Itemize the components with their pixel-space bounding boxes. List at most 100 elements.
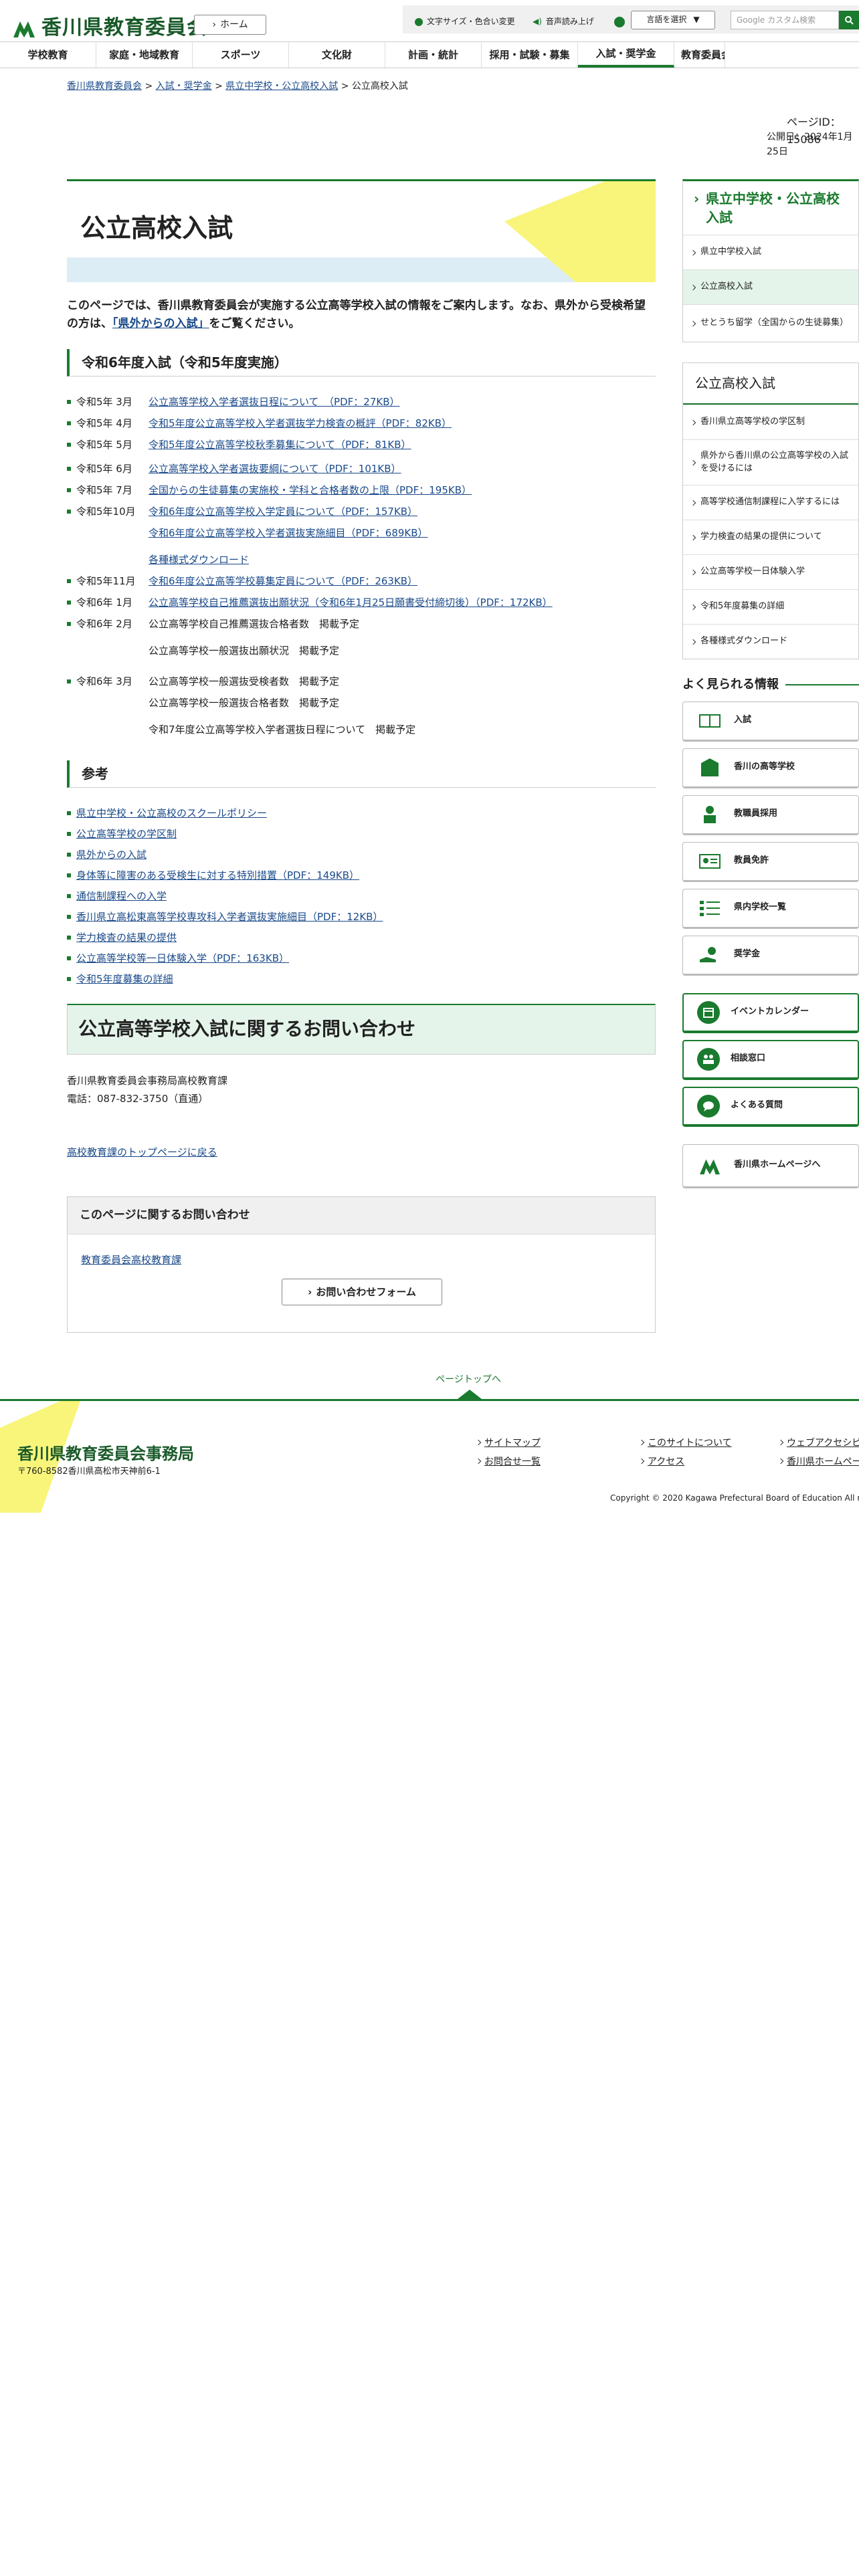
related-item[interactable]: 令和5年度募集の詳細 [683,589,858,624]
chevron-down-icon: ▼ [693,15,700,25]
item-link[interactable]: 公立高等学校入学者選抜日程について （PDF：27KB） [149,394,400,410]
item-link[interactable]: 公立高等学校入学者選抜要綱について（PDF：101KB） [149,461,401,477]
footer-link-inquiries[interactable]: お問合せ一覧 [476,1455,541,1469]
exam-list-item: 令和5年 3月 公立高等学校入学者選抜日程について （PDF：27KB） [67,394,656,415]
gnav-plans-statistics[interactable]: 計画・統計 [385,42,482,68]
breadcrumb-item[interactable]: 香川県教育委員会 [67,81,142,92]
item-text: 公立高等学校自己推薦選抜合格者数 掲載予定 [149,618,360,631]
bullet-icon [67,622,71,627]
reference-link[interactable]: 令和5年度募集の詳細 [76,971,173,987]
frequent-staff-recruit[interactable]: 教職員採用 [682,794,859,835]
bullet-icon [67,811,71,816]
page-title-box: 公立高校入試 [67,179,656,282]
inquiry-link[interactable]: 教育委員会高校教育課 [81,1252,181,1268]
item-link[interactable]: 各種様式ダウンロード [149,552,249,568]
global-nav: 学校教育 家庭・地域教育 スポーツ 文化財 計画・統計 採用・試験・募集 入試・… [0,41,859,68]
related-item[interactable]: 香川県立高等学校の学区制 [683,405,858,439]
item-link[interactable]: 令和6年度公立高等学校入学定員について（PDF：157KB） [149,504,417,520]
related-item[interactable]: 学力検査の結果の提供について [683,520,858,554]
breadcrumb-item[interactable]: 入試・奨学金 [156,81,212,92]
reference-link[interactable]: 身体等に障害のある受検生に対する特別措置（PDF：149KB） [76,867,359,883]
reference-link[interactable]: 学力検査の結果の提供 [76,930,177,946]
faq-button[interactable]: よくある質問 [682,1086,859,1127]
calendar-icon [697,1000,720,1024]
exam-list: 令和5年 3月 公立高等学校入学者選抜日程について （PDF：27KB） 令和5年 … [67,394,656,743]
speaker-icon: ◀) [533,17,542,27]
intro-link[interactable]: 「県外からの入試」 [112,317,209,330]
item-date: 令和6年 1月 [76,597,132,609]
reference-link[interactable]: 公立高等学校等一日体験入学（PDF：163KB） [76,950,289,966]
reference-link[interactable]: 香川県立高松東高等学校専攻科入学者選抜実施細目（PDF：12KB） [76,909,383,925]
bullet-icon [67,915,71,920]
item-link[interactable]: 全国からの生徒募集の実施校・学科と合格者数の上限（PDF：195KB） [149,482,472,498]
item-date: 令和5年 6月 [76,463,132,475]
frequent-school-list[interactable]: 県内学校一覧 [682,888,859,929]
item-link[interactable]: 令和6年度公立高等学校入学者選抜実施細目（PDF：689KB） [149,525,428,541]
breadcrumb: 香川県教育委員会 > 入試・奨学金 > 県立中学校・公立高校入試 > 公立高校入… [67,79,408,94]
footer-link-about[interactable]: このサイトについて [640,1436,732,1451]
search-button[interactable] [839,11,859,29]
text-size-label: 文字サイズ・色合い変更 [427,17,515,27]
footer-link-prefecture[interactable]: 香川県ホームページ [779,1455,859,1469]
related-item[interactable]: 各種様式ダウンロード [683,624,858,659]
prefecture-site-link[interactable]: 香川県ホームページへ [682,1144,859,1188]
sidebar-item-active[interactable]: 公立高校入試 [683,270,858,304]
item-link[interactable]: 令和6年度公立高等学校募集定員について（PDF：263KB） [149,573,417,589]
item-link[interactable]: 令和5年度公立高等学校入学者選抜学力検査の概評（PDF：82KB） [149,415,452,431]
inquiry-heading: このページに関するお問い合わせ [68,1197,655,1235]
contact-heading: 公立高等学校入試に関するお問い合わせ [67,1004,656,1055]
site-name: 香川県教育委員会 [41,16,207,39]
reference-item: 県立中学校・公立高校のスクールポリシー [67,805,656,826]
site-logo[interactable]: 香川県教育委員会 [12,12,207,44]
breadcrumb-item[interactable]: 県立中学校・公立高校入試 [225,81,338,92]
reference-link[interactable]: 公立高等学校の学区制 [76,826,177,842]
chat-bubble-icon [697,1094,720,1117]
sidebar-item[interactable]: 県立中学校入試 [683,235,858,270]
gnav-board[interactable]: 教育委員会 [674,42,725,68]
related-title: 公立高校入試 [683,363,858,405]
item-link[interactable]: 令和5年度公立高等学校秋季募集について（PDF：81KB） [149,437,411,453]
search-input[interactable]: Google カスタム検索 [731,11,839,29]
related-item[interactable]: 県外から香川県の公立高等学校の入試を受けるには [683,439,858,485]
frequent-exam[interactable]: 入試 [682,701,859,742]
item-date: 令和5年 3月 [76,396,132,409]
sidebar-item[interactable]: せとうち留学（全国からの生徒募集） [683,304,858,342]
sidebar-title-link[interactable]: › 県立中学校・公立高校入試 [683,181,858,235]
item-link[interactable]: 公立高等学校自己推薦選抜出願状況（令和6年1月25日願書受付締切後）（PDF：1… [149,595,553,611]
reference-link[interactable]: 県立中学校・公立高校のスクールポリシー [76,805,267,821]
sidebar-title: 県立中学校・公立高校入試 [706,191,840,225]
gnav-cultural-property[interactable]: 文化財 [289,42,385,68]
gnav-sports[interactable]: スポーツ [193,42,289,68]
gnav-family-community[interactable]: 家庭・地域教育 [96,42,193,68]
text-size-link[interactable]: 文字サイズ・色合い変更 [415,8,515,36]
footer-link-access[interactable]: アクセス [640,1455,684,1469]
gnav-recruitment[interactable]: 採用・試験・募集 [482,42,578,68]
consultation-button[interactable]: 相談窓口 [682,1039,859,1080]
id-card-icon [696,851,723,872]
exam-list-item: 令和5年10月 令和6年度公立高等学校入学定員について（PDF：157KB） [67,504,656,525]
reference-item: 公立高等学校等一日体験入学（PDF：163KB） [67,950,656,971]
frequent-license[interactable]: 教員免許 [682,841,859,882]
frequent-scholarship[interactable]: 奨学金 [682,935,859,976]
reference-item: 通信制課程への入学 [67,888,656,909]
exam-list-item: 公立高等学校一般選抜出願状況 掲載予定 [67,643,656,664]
gnav-entrance-exam[interactable]: 入試・奨学金 [578,42,674,68]
frequent-high-school[interactable]: 香川の高等学校 [682,748,859,788]
event-calendar-button[interactable]: イベントカレンダー [682,992,859,1033]
related-item[interactable]: 高等学校通信制課程に入学するには [683,485,858,520]
back-link[interactable]: 高校教育課のトップページに戻る [67,1146,217,1158]
reference-link[interactable]: 通信制課程への入学 [76,888,167,904]
footer-org: 香川県教育委員会事務局 [17,1444,194,1463]
related-item[interactable]: 公立高等学校一日体験入学 [683,554,858,589]
footer-link-sitemap[interactable]: サイトマップ [476,1436,541,1451]
page-top-link[interactable]: ページトップへ [435,1372,502,1387]
footer-link-accessibility[interactable]: ウェブアクセシビリティ [779,1436,859,1451]
inquiry-form-button[interactable]: › お問い合わせフォーム [282,1279,442,1306]
reference-link[interactable]: 県外からの入試 [76,847,147,863]
gnav-school-education[interactable]: 学校教育 [0,42,96,68]
language-select[interactable]: 言語を選択 ▼ [631,11,715,29]
home-button[interactable]: › ホーム [194,15,266,35]
sidebar: › 県立中学校・公立高校入試 県立中学校入試 公立高校入試 せとうち留学（全国か… [682,179,859,1188]
voice-link[interactable]: ◀) 音声読み上げ [533,8,594,36]
exam-list-item: 令和5年11月 令和6年度公立高等学校募集定員について（PDF：263KB） [67,573,656,595]
